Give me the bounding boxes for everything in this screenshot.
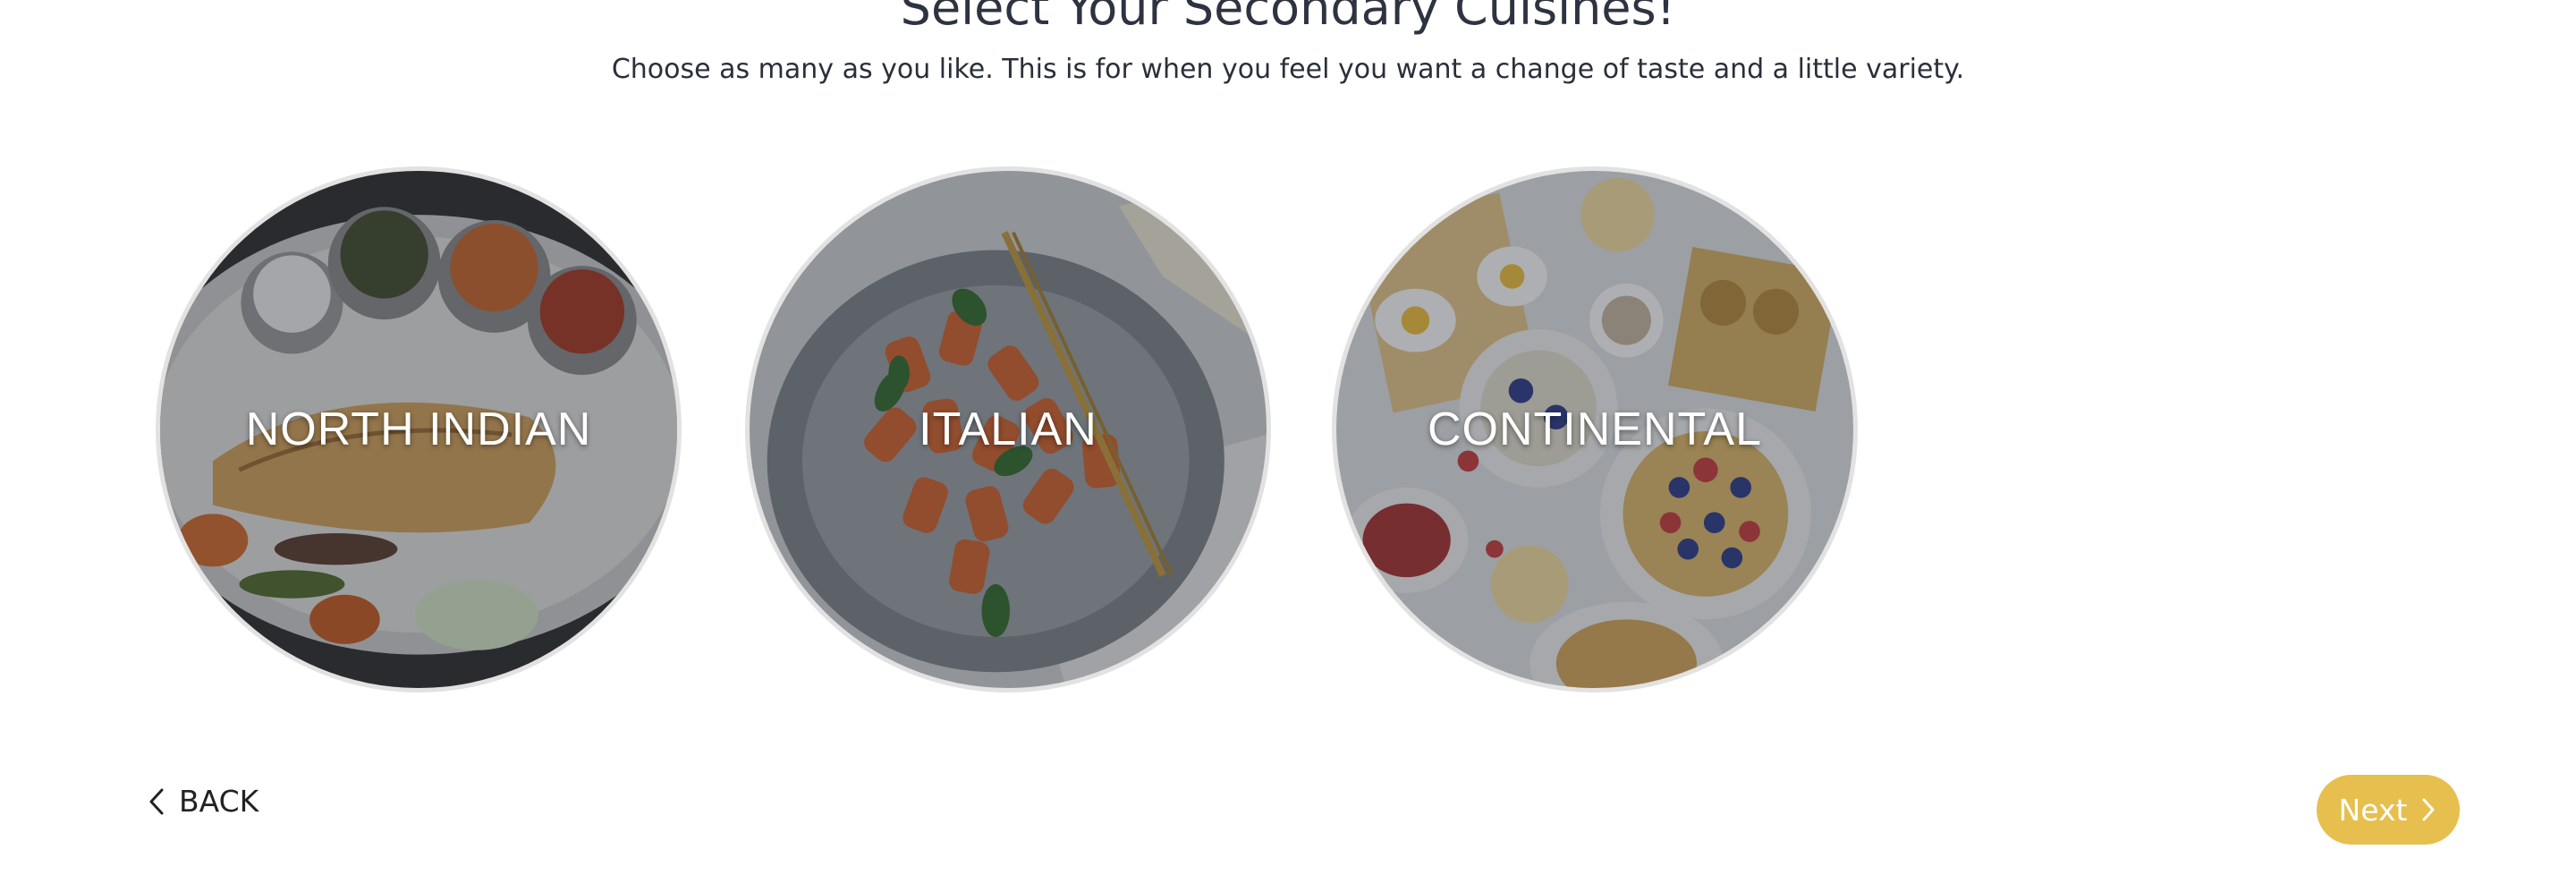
back-label: BACK	[179, 784, 259, 819]
cuisine-label: NORTH INDIAN	[245, 404, 592, 455]
cuisine-card-north-indian[interactable]: NORTH INDIAN	[156, 166, 682, 692]
chevron-right-icon	[2422, 798, 2435, 821]
cuisine-selection-page: Select Your Secondary Cuisines! Choose a…	[0, 0, 2576, 875]
page-subtitle: Choose as many as you like. This is for …	[611, 54, 1965, 85]
next-button[interactable]: Next	[2317, 775, 2460, 845]
cuisine-card-continental[interactable]: CONTINENTAL	[1332, 166, 1858, 692]
back-button[interactable]: BACK	[147, 784, 258, 819]
page-title: Select Your Secondary Cuisines!	[900, 0, 1676, 36]
next-label: Next	[2338, 792, 2408, 828]
cuisine-label: CONTINENTAL	[1427, 404, 1763, 455]
cuisine-card-italian[interactable]: ITALIAN	[745, 166, 1271, 692]
cuisine-label: ITALIAN	[919, 404, 1097, 455]
chevron-left-icon	[149, 788, 164, 814]
